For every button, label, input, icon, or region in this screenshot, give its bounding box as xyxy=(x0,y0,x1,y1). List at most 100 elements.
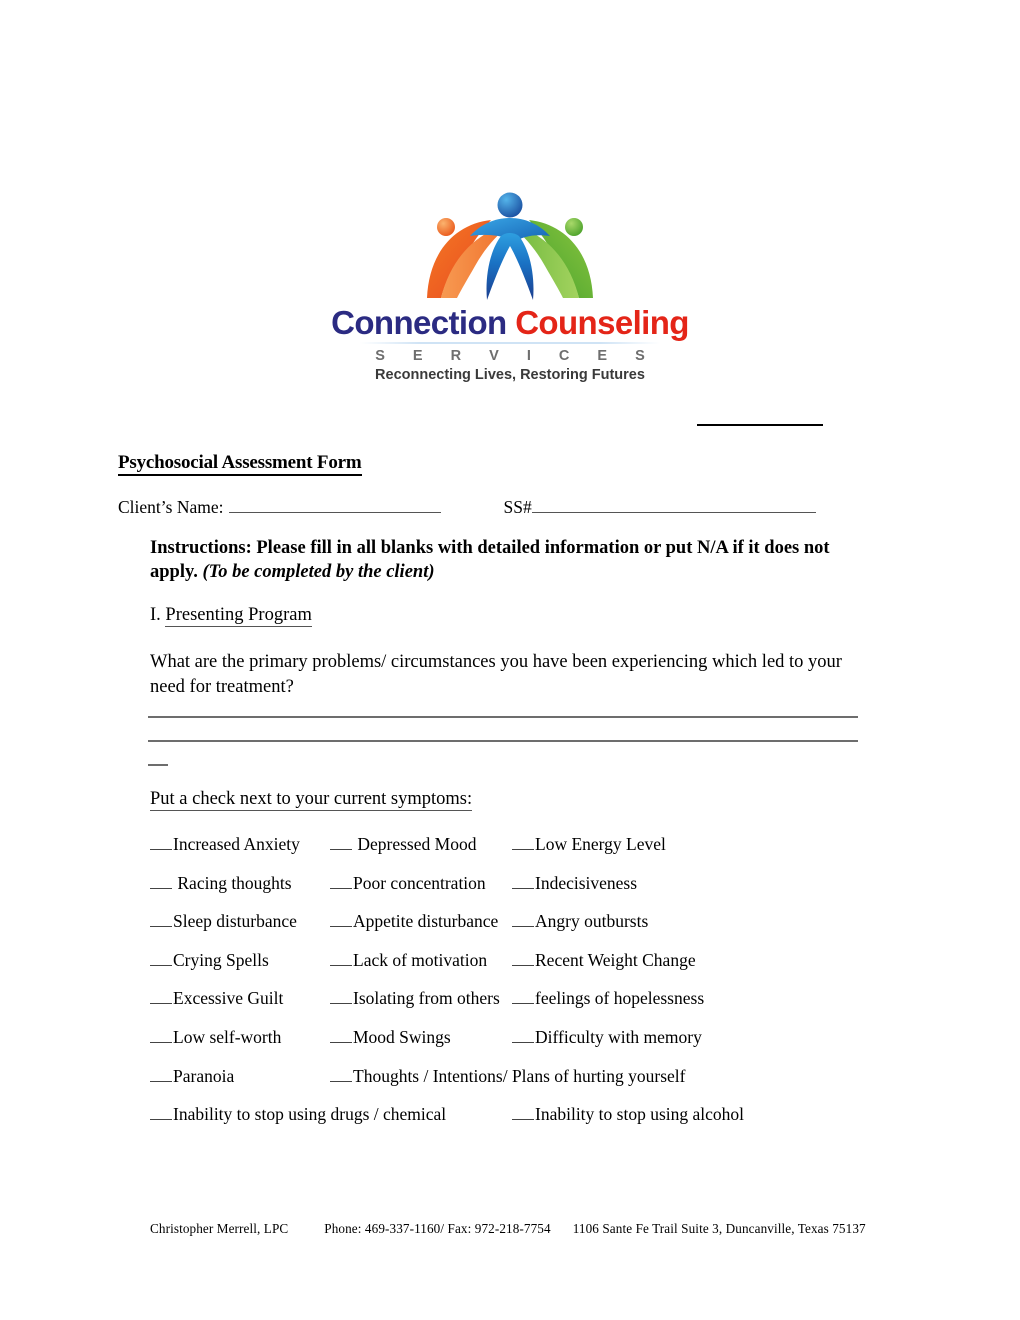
client-name-label: Client’s Name: xyxy=(118,497,224,517)
symptom-label: Crying Spells xyxy=(173,949,269,970)
symptom-item[interactable]: Mood Swings xyxy=(330,1027,451,1048)
symptom-item[interactable]: Low Energy Level xyxy=(512,834,666,855)
symptom-label: Thoughts / Intentions/ Plans of hurting … xyxy=(353,1065,686,1086)
symptom-checkbox-blank[interactable] xyxy=(330,1029,352,1043)
symptom-label: Isolating from others xyxy=(353,988,500,1009)
symptom-label: Difficulty with memory xyxy=(535,1026,702,1047)
symptom-item[interactable]: Isolating from others xyxy=(330,988,500,1009)
symptom-item[interactable]: Racing thoughts xyxy=(150,873,292,894)
symptom-item[interactable]: Recent Weight Change xyxy=(512,950,696,971)
symptom-checkbox-blank[interactable] xyxy=(330,913,352,928)
symptom-checkbox-blank[interactable] xyxy=(512,952,534,966)
symptom-label: Lack of motivation xyxy=(353,949,488,970)
symptom-checkbox-blank[interactable] xyxy=(512,875,534,889)
symptom-checkbox-blank[interactable] xyxy=(330,836,352,850)
symptom-checkbox-blank[interactable] xyxy=(150,875,172,889)
checklist-prompt-text: Put a check next to your current symptom… xyxy=(150,789,473,811)
question-primary-problems: What are the primary problems/ circumsta… xyxy=(150,652,842,697)
symptom-checkbox-blank[interactable] xyxy=(330,1068,352,1082)
page-title: Psychosocial Assessment Form xyxy=(118,452,362,476)
section-title: Presenting Program xyxy=(165,605,312,627)
answer-line-3-stub[interactable] xyxy=(148,754,862,778)
symptom-row: Low self-worth Mood Swings Difficulty wi… xyxy=(150,1027,890,1066)
symptom-label: Paranoia xyxy=(173,1065,235,1086)
symptom-row: Paranoia Thoughts / Intentions/ Plans of… xyxy=(150,1066,890,1105)
symptom-label: Low self-worth xyxy=(173,1026,282,1047)
footer-name: Christopher Merrell, LPC xyxy=(150,1221,289,1236)
symptom-checkbox-blank[interactable] xyxy=(330,952,352,966)
symptom-row: Excessive Guilt Isolating from others fe… xyxy=(150,988,890,1027)
symptom-checkbox-blank[interactable] xyxy=(512,990,534,1005)
symptom-item[interactable]: Poor concentration xyxy=(330,873,486,894)
symptom-item[interactable]: feelings of hopelessness xyxy=(512,988,704,1009)
client-name-input-blank[interactable] xyxy=(229,498,442,513)
symptom-item[interactable]: Sleep disturbance xyxy=(150,911,297,932)
symptom-checkbox-blank[interactable] xyxy=(150,836,172,850)
symptom-row: Crying Spells Lack of motivation Recent … xyxy=(150,950,890,989)
symptom-item[interactable]: Low self-worth xyxy=(150,1027,281,1048)
answer-write-in-lines[interactable] xyxy=(148,706,862,778)
section-heading-presenting-program: I. Presenting Program xyxy=(150,605,312,627)
symptom-row: Inability to stop using drugs / chemical… xyxy=(150,1104,890,1143)
symptom-checklist: Increased Anxiety Depressed Mood Low Ene… xyxy=(150,834,890,1143)
symptom-item[interactable]: Indecisiveness xyxy=(512,873,637,894)
date-blank-line[interactable] xyxy=(697,424,823,426)
answer-line-1[interactable] xyxy=(148,706,862,730)
symptom-checkbox-blank[interactable] xyxy=(150,952,172,966)
page-footer: Christopher Merrell, LPC Phone: 469-337-1… xyxy=(150,1221,866,1237)
checklist-prompt: Put a check next to your current symptom… xyxy=(150,789,473,811)
symptom-row: Sleep disturbance Appetite disturbance A… xyxy=(150,911,890,950)
symptom-row: Increased Anxiety Depressed Mood Low Ene… xyxy=(150,834,890,873)
footer-address: 1106 Sante Fe Trail Suite 3, Duncanville… xyxy=(572,1221,866,1236)
instructions-paragraph: Instructions: Please fill in all blanks … xyxy=(150,536,870,585)
symptom-label: Inability to stop using alcohol xyxy=(535,1104,745,1125)
symptom-checkbox-blank[interactable] xyxy=(512,913,534,928)
symptom-label: Appetite disturbance xyxy=(353,911,499,932)
symptom-label: Low Energy Level xyxy=(535,834,666,854)
symptom-item[interactable]: Thoughts / Intentions/ Plans of hurting … xyxy=(330,1066,685,1087)
symptom-label: Poor concentration xyxy=(353,872,486,893)
symptom-checkbox-blank[interactable] xyxy=(512,1029,534,1043)
symptom-item[interactable]: Inability to stop using alcohol xyxy=(512,1104,744,1125)
document-body: Psychosocial Assessment Form Client’s Na… xyxy=(0,0,1020,1320)
symptom-item[interactable]: Excessive Guilt xyxy=(150,988,283,1009)
ss-number-input-blank[interactable] xyxy=(531,498,816,513)
page-title-text: Psychosocial Assessment Form xyxy=(118,452,362,476)
section-number: I. xyxy=(150,605,166,625)
symptom-label: Inability to stop using drugs / chemical xyxy=(173,1104,447,1125)
symptom-item[interactable]: Paranoia xyxy=(150,1066,234,1087)
symptom-checkbox-blank[interactable] xyxy=(330,990,352,1005)
symptom-item[interactable]: Increased Anxiety xyxy=(150,834,300,855)
symptom-label: Indecisiveness xyxy=(535,872,638,893)
symptom-item[interactable]: Depressed Mood xyxy=(330,834,476,855)
symptom-checkbox-blank[interactable] xyxy=(512,1106,534,1121)
client-identification-row: Client’s Name: SS# xyxy=(118,497,898,518)
symptom-item[interactable]: Crying Spells xyxy=(150,950,269,971)
symptom-label: Recent Weight Change xyxy=(535,949,696,970)
symptom-item[interactable]: Angry outbursts xyxy=(512,911,648,932)
symptom-checkbox-blank[interactable] xyxy=(150,1106,172,1121)
answer-line-2[interactable] xyxy=(148,730,862,754)
symptom-checkbox-blank[interactable] xyxy=(150,1029,172,1043)
symptom-item[interactable]: Difficulty with memory xyxy=(512,1027,702,1048)
symptom-label: Depressed Mood xyxy=(353,834,477,854)
symptom-checkbox-blank[interactable] xyxy=(150,1068,172,1082)
instructions-italic-note: (To be completed by the client) xyxy=(202,562,435,583)
symptom-label: Increased Anxiety xyxy=(173,834,300,854)
symptom-checkbox-blank[interactable] xyxy=(150,913,172,928)
symptom-checkbox-blank[interactable] xyxy=(512,836,534,850)
symptom-checkbox-blank[interactable] xyxy=(150,990,172,1005)
symptom-label: feelings of hopelessness xyxy=(535,988,705,1009)
symptom-label: Excessive Guilt xyxy=(173,988,284,1009)
footer-contact: Phone: 469-337-1160/ Fax: 972-218-7754 xyxy=(324,1221,551,1236)
symptom-item[interactable]: Inability to stop using drugs / chemical xyxy=(150,1104,446,1125)
symptom-item[interactable]: Lack of motivation xyxy=(330,950,487,971)
symptom-label: Angry outbursts xyxy=(535,911,649,932)
ss-number-label: SS# xyxy=(503,497,532,517)
symptom-label: Sleep disturbance xyxy=(173,911,297,932)
symptom-label: Racing thoughts xyxy=(173,872,292,893)
symptom-row: Racing thoughts Poor concentration Indec… xyxy=(150,873,890,912)
symptom-item[interactable]: Appetite disturbance xyxy=(330,911,498,932)
symptom-checkbox-blank[interactable] xyxy=(330,875,352,889)
symptom-label: Mood Swings xyxy=(353,1026,451,1047)
